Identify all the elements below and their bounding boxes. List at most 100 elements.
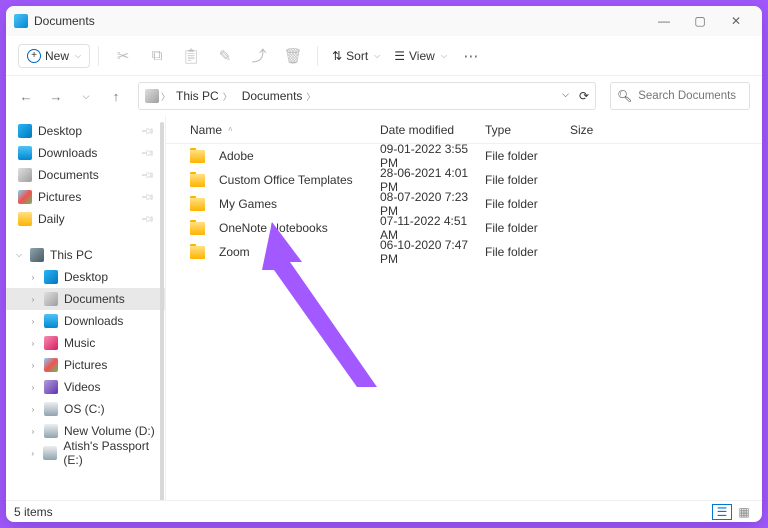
tree-item-os-c-[interactable]: › OS (C:) <box>6 398 165 420</box>
file-row[interactable]: Custom Office Templates 28-06-2021 4:01 … <box>166 168 762 192</box>
chevron-down-icon[interactable]: ⌵ <box>14 250 24 260</box>
chevron-right-icon[interactable]: › <box>28 295 38 304</box>
rename-icon[interactable]: ✎ <box>209 40 241 72</box>
file-row[interactable]: Zoom 06-10-2020 7:47 PM File folder <box>166 240 762 264</box>
pin-icon: 📌︎ <box>139 211 155 227</box>
breadcrumb-documents[interactable]: Documents〉 <box>238 87 320 105</box>
chevron-down-icon: ⌵ <box>441 51 447 61</box>
search-icon: 🔍︎ <box>617 89 632 103</box>
chevron-right-icon: 〉 <box>306 90 315 103</box>
documents-icon <box>18 168 32 182</box>
file-row[interactable]: My Games 08-07-2020 7:23 PM File folder <box>166 192 762 216</box>
chevron-right-icon[interactable]: › <box>28 427 38 436</box>
videos-icon <box>44 380 58 394</box>
plus-icon: + <box>27 49 41 63</box>
column-date[interactable]: Date modified <box>380 123 485 137</box>
nav-row: ← → ⌵ ↑ 〉 This PC〉 Documents〉 ⌵ ⟳ 🔍︎ <box>6 76 762 116</box>
sidebar-item-this-pc[interactable]: ⌵ This PC <box>6 244 165 266</box>
recent-chevron-icon[interactable]: ⌵ <box>78 88 94 104</box>
tree-item-desktop[interactable]: › Desktop <box>6 266 165 288</box>
pin-icon: 📌︎ <box>139 189 155 205</box>
chevron-right-icon[interactable]: › <box>28 383 38 392</box>
desktop-icon <box>44 270 58 284</box>
column-name[interactable]: Name˄ <box>190 123 380 137</box>
column-headers: Name˄ Date modified Type Size <box>166 116 762 144</box>
file-list: Name˄ Date modified Type Size Adobe 09-0… <box>166 116 762 500</box>
desktop-icon <box>18 124 32 138</box>
tree-item-downloads[interactable]: › Downloads <box>6 310 165 332</box>
file-row[interactable]: Adobe 09-01-2022 3:55 PM File folder <box>166 144 762 168</box>
folder-icon <box>190 174 205 187</box>
new-button[interactable]: + New ⌵ <box>18 44 90 68</box>
status-bar: 5 items ☰ ▦ <box>6 500 762 522</box>
quick-item-pictures[interactable]: Pictures 📌︎ <box>6 186 165 208</box>
folder-icon <box>190 222 205 235</box>
quick-item-documents[interactable]: Documents 📌︎ <box>6 164 165 186</box>
copy-icon[interactable]: ⧉ <box>141 40 173 72</box>
tree-item-pictures[interactable]: › Pictures <box>6 354 165 376</box>
tree-item-atish-s-passport-e-[interactable]: › Atish's Passport (E:) <box>6 442 165 464</box>
view-button[interactable]: ☰View⌵ <box>388 45 453 67</box>
chevron-right-icon: 〉 <box>161 90 170 103</box>
chevron-right-icon[interactable]: › <box>28 405 38 414</box>
share-icon[interactable]: ⤴ <box>243 40 275 72</box>
details-view-button[interactable]: ☰ <box>712 504 732 520</box>
file-explorer-window: Documents ― ▢ ✕ + New ⌵ ✂ ⧉ 📋︎ ✎ ⤴ 🗑︎ ⇅S… <box>6 6 762 522</box>
chevron-down-icon: ⌵ <box>75 51 81 61</box>
column-type[interactable]: Type <box>485 123 570 137</box>
chevron-down-icon: ⌵ <box>374 51 380 61</box>
history-chevron-icon[interactable]: ⌵ <box>562 89 569 103</box>
tree-item-documents[interactable]: › Documents <box>6 288 165 310</box>
folder-icon <box>190 246 205 259</box>
maximize-button[interactable]: ▢ <box>682 6 718 36</box>
documents-icon <box>145 89 159 103</box>
view-icon: ☰ <box>394 49 405 63</box>
sort-button[interactable]: ⇅Sort⌵ <box>326 45 386 67</box>
quick-item-daily[interactable]: Daily 📌︎ <box>6 208 165 230</box>
close-button[interactable]: ✕ <box>718 6 754 36</box>
chevron-right-icon[interactable]: › <box>28 449 37 458</box>
chevron-right-icon: 〉 <box>223 90 232 103</box>
scrollbar-thumb[interactable] <box>160 122 164 500</box>
up-button[interactable]: ↑ <box>108 88 124 104</box>
delete-icon[interactable]: 🗑︎ <box>277 40 309 72</box>
pin-icon: 📌︎ <box>139 167 155 183</box>
music-icon <box>44 336 58 350</box>
quick-item-downloads[interactable]: Downloads 📌︎ <box>6 142 165 164</box>
forward-button[interactable]: → <box>48 88 64 104</box>
quick-item-desktop[interactable]: Desktop 📌︎ <box>6 120 165 142</box>
app-icon <box>14 14 28 28</box>
documents-icon <box>44 292 58 306</box>
tree-item-videos[interactable]: › Videos <box>6 376 165 398</box>
sidebar: Desktop 📌︎ Downloads 📌︎ Documents 📌︎ Pic… <box>6 116 166 500</box>
cut-icon[interactable]: ✂ <box>107 40 139 72</box>
breadcrumb-this-pc[interactable]: This PC〉 <box>172 87 236 105</box>
pc-icon <box>30 248 44 262</box>
window-title: Documents <box>34 14 95 28</box>
chevron-right-icon[interactable]: › <box>28 317 38 326</box>
refresh-icon[interactable]: ⟳ <box>579 89 589 103</box>
chevron-right-icon[interactable]: › <box>28 361 38 370</box>
paste-icon[interactable]: 📋︎ <box>175 40 207 72</box>
tree-item-music[interactable]: › Music <box>6 332 165 354</box>
search-input[interactable] <box>638 90 743 102</box>
address-bar[interactable]: 〉 This PC〉 Documents〉 ⌵ ⟳ <box>138 82 596 110</box>
pin-icon: 📌︎ <box>139 123 155 139</box>
drive-icon <box>44 402 58 416</box>
more-icon[interactable]: ⋯ <box>455 40 487 72</box>
icons-view-button[interactable]: ▦ <box>734 504 754 520</box>
column-size[interactable]: Size <box>570 123 630 137</box>
downloads-icon <box>44 314 58 328</box>
pin-icon: 📌︎ <box>139 145 155 161</box>
pictures-icon <box>44 358 58 372</box>
titlebar[interactable]: Documents ― ▢ ✕ <box>6 6 762 36</box>
chevron-right-icon[interactable]: › <box>28 273 38 282</box>
file-row[interactable]: OneNote Notebooks 07-11-2022 4:51 AM Fil… <box>166 216 762 240</box>
back-button[interactable]: ← <box>18 88 34 104</box>
search-box[interactable]: 🔍︎ <box>610 82 750 110</box>
downloads-icon <box>18 146 32 160</box>
minimize-button[interactable]: ― <box>646 6 682 36</box>
toolbar: + New ⌵ ✂ ⧉ 📋︎ ✎ ⤴ 🗑︎ ⇅Sort⌵ ☰View⌵ ⋯ <box>6 36 762 76</box>
chevron-right-icon[interactable]: › <box>28 339 38 348</box>
sort-asc-icon: ˄ <box>228 125 233 134</box>
